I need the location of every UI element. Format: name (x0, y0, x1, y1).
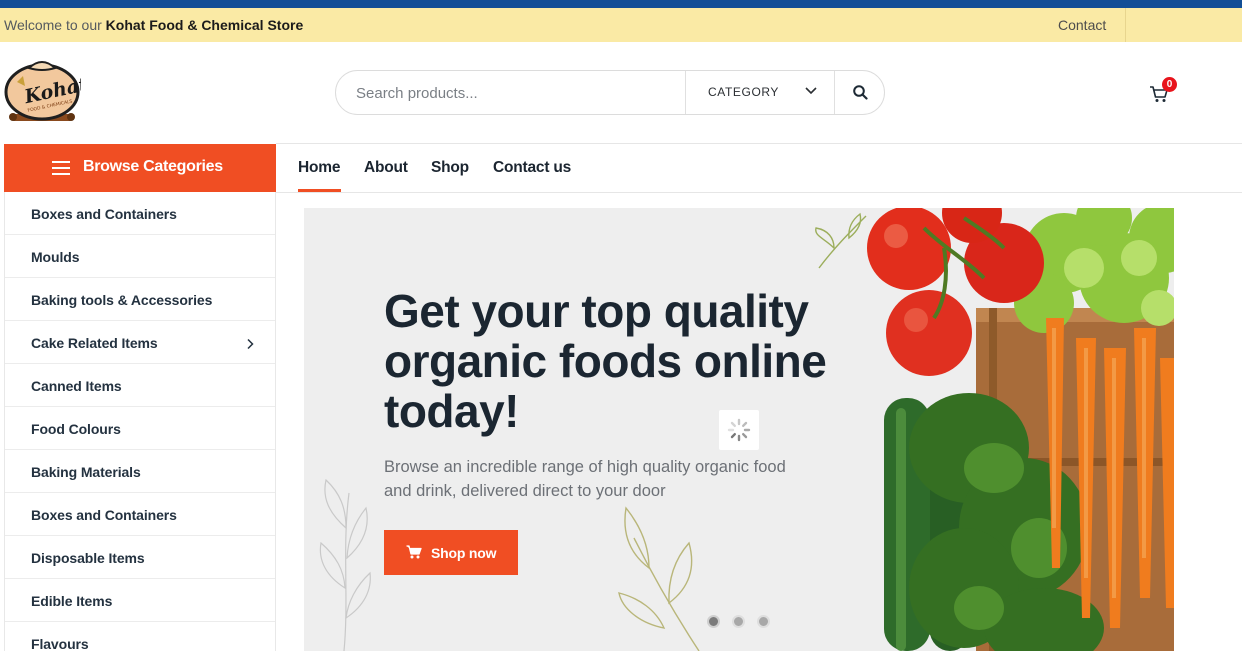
spinner-icon (727, 418, 751, 442)
search-icon (853, 85, 868, 100)
store-name: Kohat Food & Chemical Store (105, 17, 304, 33)
shop-now-label: Shop now (431, 545, 497, 561)
top-accent-strip (0, 0, 1242, 8)
slider-dot-3[interactable] (757, 615, 770, 628)
search-input[interactable] (356, 83, 676, 103)
nav-active-indicator (298, 189, 341, 192)
loading-spinner (719, 410, 759, 450)
shop-now-button[interactable]: Shop now (384, 530, 518, 575)
category-item-cake-related-items[interactable]: Cake Related Items (5, 321, 275, 364)
hamburger-menu-icon (52, 161, 70, 175)
header-divider (276, 143, 1242, 144)
search-bar: CATEGORY (335, 70, 885, 115)
leaf-sprig-top-icon (815, 212, 867, 269)
nav-divider (276, 192, 1242, 193)
cart-count-badge: 0 (1162, 77, 1177, 92)
shopping-cart-icon (406, 545, 422, 559)
nav-contact-us[interactable]: Contact us (493, 159, 571, 177)
hero-title: Get your top quality organic foods onlin… (384, 285, 827, 437)
category-select[interactable]: CATEGORY (685, 71, 835, 114)
category-item-canned-items[interactable]: Canned Items (5, 364, 275, 407)
category-item-baking-tools[interactable]: Baking tools & Accessories (5, 278, 275, 321)
welcome-message: Welcome to our Kohat Food & Chemical Sto… (4, 17, 303, 33)
top-bar: Welcome to our Kohat Food & Chemical Sto… (0, 8, 1242, 42)
category-item-edible-items[interactable]: Edible Items (5, 579, 275, 622)
category-item-moulds[interactable]: Moulds (5, 235, 275, 278)
category-item-disposable-items[interactable]: Disposable Items (5, 536, 275, 579)
topbar-divider (1125, 8, 1126, 42)
chevron-right-icon (245, 337, 255, 355)
category-item-food-colours[interactable]: Food Colours (5, 407, 275, 450)
leaf-sprig-left-icon (319, 478, 371, 651)
browse-categories-button[interactable]: Browse Categories (4, 144, 276, 192)
category-item-boxes-and-containers-2[interactable]: Boxes and Containers (5, 493, 275, 536)
slider-dot-1[interactable] (707, 615, 720, 628)
category-select-label: CATEGORY (708, 85, 780, 99)
hero-subtitle: Browse an incredible range of high quali… (384, 458, 786, 500)
welcome-prefix: Welcome to our (4, 17, 102, 33)
category-item-flavours[interactable]: Flavours (5, 622, 275, 651)
topbar-contact-link[interactable]: Contact (1058, 17, 1106, 33)
chevron-down-icon (804, 83, 818, 102)
leaf-sprig-bottom-icon (618, 506, 700, 651)
slider-dot-2[interactable] (732, 615, 745, 628)
search-button[interactable] (834, 71, 884, 114)
category-item-boxes-and-containers[interactable]: Boxes and Containers (5, 192, 275, 235)
category-item-baking-materials[interactable]: Baking Materials (5, 450, 275, 493)
nav-shop[interactable]: Shop (431, 159, 469, 177)
store-logo[interactable]: Kohat FOOD & CHEMICALS (3, 56, 90, 128)
category-list: Boxes and Containers Moulds Baking tools… (4, 192, 276, 651)
nav-home[interactable]: Home (298, 159, 340, 177)
nav-about[interactable]: About (364, 159, 408, 177)
browse-categories-label: Browse Categories (83, 158, 223, 175)
